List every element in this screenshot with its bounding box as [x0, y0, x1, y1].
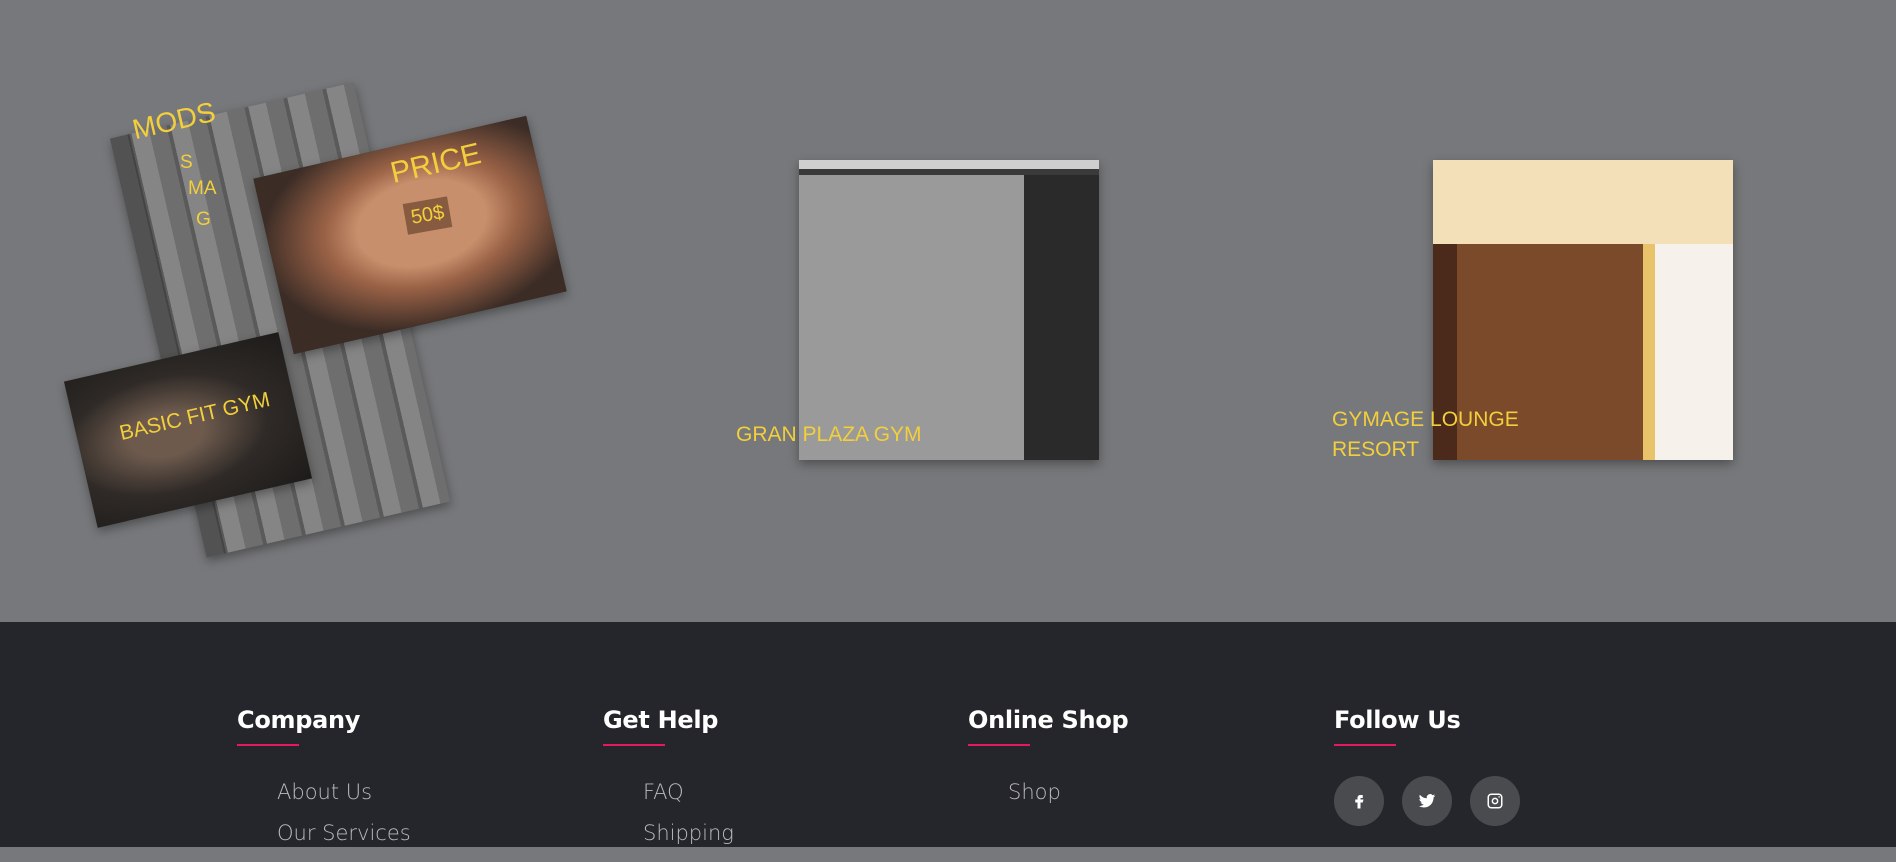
footer-heading: Company: [237, 706, 361, 734]
social-links: [1334, 776, 1520, 826]
gym-name-gymage-line1: GYMAGE LOUNGE: [1332, 408, 1519, 431]
card-title-letter: MA: [188, 178, 217, 199]
footer-heading: Online Shop: [968, 706, 1129, 734]
footer-col-online-shop: Online Shop Shop: [968, 706, 1129, 821]
gym-card-gymage[interactable]: GYMAGE LOUNGE RESORT: [1330, 150, 1740, 470]
gym-photo: [799, 160, 1099, 460]
twitter-icon: [1418, 794, 1436, 808]
heading-underline: [1334, 744, 1396, 746]
footer-link-shop[interactable]: Shop: [1008, 780, 1128, 821]
gym-card-gran-plaza[interactable]: GRAN PLAZA GYM: [730, 150, 1110, 470]
gym-card-basic-fit[interactable]: MODS S MA G PRICE 50$ BASIC FIT GYM: [60, 55, 570, 565]
heading-underline: [603, 744, 665, 746]
footer-col-follow-us: Follow Us: [1334, 706, 1520, 826]
footer-link-about-us[interactable]: About Us: [277, 780, 411, 821]
facebook-icon: [1355, 795, 1364, 809]
gym-name-gymage-line2: RESORT: [1332, 438, 1420, 461]
footer-col-get-help: Get Help FAQ Shipping: [603, 706, 734, 862]
heading-underline: [237, 744, 299, 746]
card-title-letter: G: [196, 209, 211, 230]
footer-heading: Follow Us: [1334, 706, 1461, 734]
site-footer: Company About Us Our Services Get Help F…: [0, 622, 1896, 847]
gym-name-gran-plaza: GRAN PLAZA GYM: [736, 423, 922, 446]
heading-underline: [968, 744, 1030, 746]
instagram-button[interactable]: [1470, 776, 1520, 826]
footer-link-shipping[interactable]: Shipping: [643, 821, 734, 862]
footer-heading: Get Help: [603, 706, 719, 734]
instagram-icon: [1487, 793, 1503, 809]
facebook-button[interactable]: [1334, 776, 1384, 826]
footer-link-our-services[interactable]: Our Services: [277, 821, 411, 862]
card-title-letter: S: [180, 152, 193, 173]
footer-link-faq[interactable]: FAQ: [643, 780, 734, 821]
gym-gallery: MODS S MA G PRICE 50$ BASIC FIT GYM GRAN…: [0, 0, 1896, 622]
twitter-button[interactable]: [1402, 776, 1452, 826]
footer-col-company: Company About Us Our Services: [237, 706, 411, 862]
